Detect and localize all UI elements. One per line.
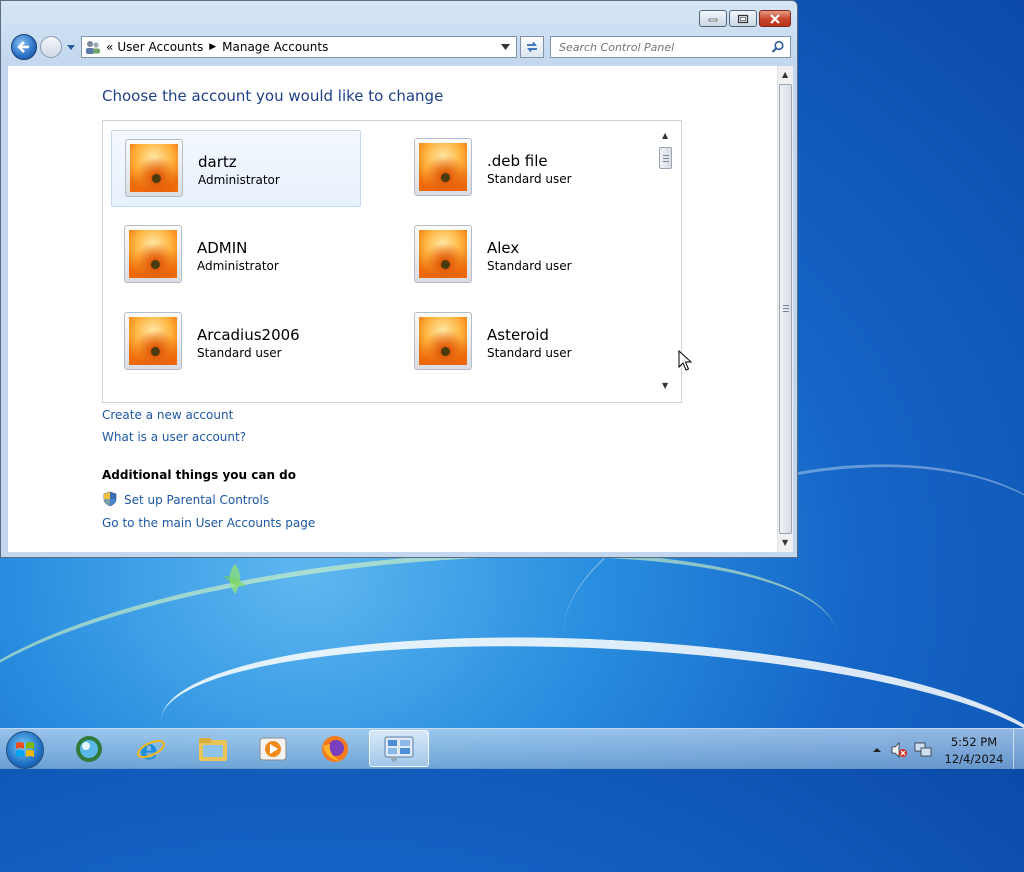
search-icon[interactable] — [771, 40, 785, 54]
account-tile[interactable]: .deb file Standard user — [401, 130, 651, 207]
control-panel-icon — [384, 736, 414, 762]
close-icon — [770, 13, 780, 24]
account-tile[interactable]: Alex Standard user — [401, 217, 651, 294]
address-bar[interactable]: « User Accounts ▶ Manage Accounts — [81, 36, 517, 58]
window-scrollbar[interactable]: ▲ ▼ — [777, 66, 793, 552]
navigation-bar: « User Accounts ▶ Manage Accounts — [9, 34, 793, 60]
firefox-icon[interactable] — [318, 733, 352, 765]
mouse-cursor-icon — [678, 350, 692, 371]
account-role: Administrator — [198, 173, 280, 187]
account-role: Standard user — [487, 259, 572, 273]
forward-button[interactable] — [40, 36, 62, 58]
scroll-up-icon[interactable]: ▲ — [782, 70, 788, 79]
close-button[interactable] — [759, 10, 791, 27]
user-accounts-icon — [86, 41, 100, 54]
svg-text:e: e — [140, 734, 158, 764]
media-player-icon[interactable] — [256, 733, 290, 765]
address-dropdown-icon[interactable] — [501, 43, 510, 51]
scroll-up-icon[interactable]: ▲ — [662, 131, 668, 140]
flower-picture-icon — [129, 317, 177, 365]
shield-icon — [103, 491, 117, 507]
flower-picture-icon — [419, 143, 467, 191]
accounts-list-scrollbar[interactable]: ▲ ▼ — [658, 129, 674, 394]
show-hidden-icons-icon[interactable] — [872, 745, 882, 755]
content-pane: Choose the account you would like to cha… — [8, 66, 777, 552]
windows-explorer-icon[interactable] — [196, 733, 230, 765]
account-picture — [414, 225, 472, 283]
account-tile[interactable]: Asteroid Standard user — [401, 304, 651, 381]
network-icon[interactable] — [914, 741, 932, 759]
account-tile[interactable]: Arcadius2006 Standard user — [111, 304, 361, 381]
control-panel-taskbar-button[interactable] — [369, 730, 429, 767]
address-overflow[interactable]: « — [106, 40, 113, 54]
show-desktop-button[interactable] — [1013, 729, 1024, 769]
wallpaper-leaf-icon — [224, 564, 246, 594]
account-name: ADMIN — [197, 239, 248, 257]
account-name: dartz — [198, 153, 237, 171]
account-role: Standard user — [487, 346, 572, 360]
arrow-left-icon — [17, 41, 29, 53]
account-picture — [414, 138, 472, 196]
search-box[interactable] — [550, 36, 791, 58]
account-name: .deb file — [487, 152, 548, 170]
clock-date: 12/4/2024 — [944, 752, 1004, 766]
wallpaper-swoosh — [0, 513, 851, 852]
window-controls — [697, 10, 791, 27]
scroll-down-icon[interactable]: ▼ — [782, 538, 788, 547]
maximize-button[interactable] — [729, 10, 757, 27]
scroll-thumb[interactable] — [779, 84, 792, 534]
clock[interactable]: 5:52 PM 12/4/2024 — [940, 734, 1008, 768]
what-is-user-account-link[interactable]: What is a user account? — [102, 430, 246, 444]
account-name: Arcadius2006 — [197, 326, 300, 344]
account-role: Standard user — [197, 346, 282, 360]
breadcrumb-manage-accounts[interactable]: Manage Accounts — [222, 40, 328, 54]
additional-things-heading: Additional things you can do — [102, 468, 297, 482]
account-picture — [124, 312, 182, 370]
breadcrumb-separator-icon[interactable]: ▶ — [209, 42, 216, 52]
clock-time: 5:52 PM — [950, 735, 998, 749]
volume-muted-icon[interactable] — [890, 741, 908, 759]
back-button[interactable] — [11, 34, 37, 60]
account-picture — [414, 312, 472, 370]
accounts-list: dartz Administrator .deb file Standard u… — [102, 120, 682, 403]
account-tile[interactable]: dartz Administrator — [111, 130, 361, 207]
account-name: Alex — [487, 239, 520, 257]
scroll-down-icon[interactable]: ▼ — [662, 381, 668, 390]
media-center-icon[interactable] — [72, 733, 106, 765]
account-name: Asteroid — [487, 326, 549, 344]
recent-pages-dropdown-icon[interactable] — [66, 42, 76, 52]
breadcrumb-user-accounts[interactable]: User Accounts — [117, 40, 203, 54]
account-picture — [124, 225, 182, 283]
account-role: Standard user — [487, 172, 572, 186]
minimize-icon — [708, 18, 718, 21]
refresh-button[interactable] — [520, 36, 544, 58]
flower-picture-icon — [419, 317, 467, 365]
taskbar: e 5:52 PM 12/4/2024 — [0, 728, 1024, 769]
start-button[interactable] — [6, 731, 44, 769]
flower-picture-icon — [130, 144, 178, 192]
flower-picture-icon — [129, 230, 177, 278]
main-user-accounts-link[interactable]: Go to the main User Accounts page — [102, 516, 315, 530]
page-title: Choose the account you would like to cha… — [102, 87, 444, 105]
windows-logo-icon — [16, 742, 34, 757]
search-input[interactable] — [557, 40, 761, 55]
control-panel-window: « User Accounts ▶ Manage Accounts Choose… — [0, 0, 798, 558]
flower-picture-icon — [419, 230, 467, 278]
internet-explorer-icon[interactable]: e — [134, 733, 168, 765]
account-tile[interactable]: ADMIN Administrator — [111, 217, 361, 294]
refresh-icon — [527, 41, 537, 53]
parental-controls-link[interactable]: Set up Parental Controls — [124, 493, 269, 507]
account-picture — [125, 139, 183, 197]
minimize-button[interactable] — [699, 10, 727, 27]
scroll-thumb[interactable] — [659, 147, 672, 169]
restore-icon — [737, 14, 749, 23]
account-role: Administrator — [197, 259, 279, 273]
create-account-link[interactable]: Create a new account — [102, 408, 233, 422]
